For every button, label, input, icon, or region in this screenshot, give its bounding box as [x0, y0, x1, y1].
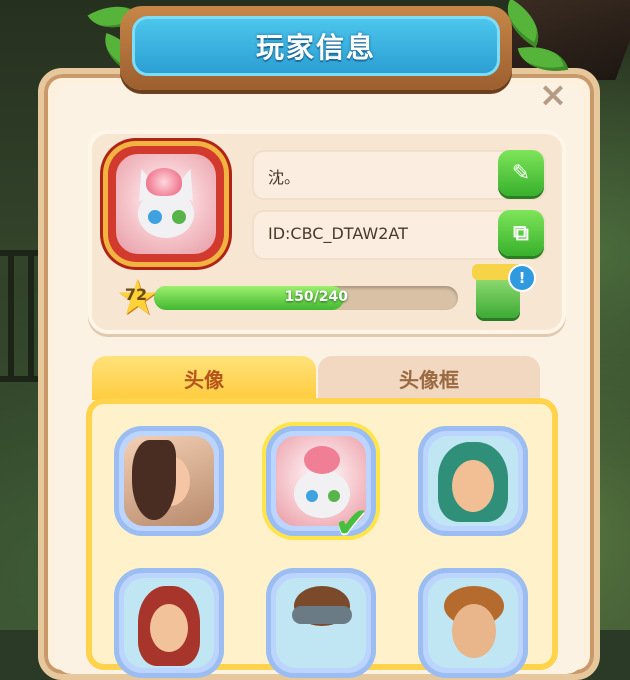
copy-id-button[interactable]: ⧉: [498, 210, 544, 256]
level-number: 72: [124, 285, 148, 304]
pencil-icon: ✎: [511, 160, 531, 186]
notification-badge: !: [508, 264, 536, 292]
avatar-photo: [124, 436, 214, 526]
avatar-option[interactable]: [266, 568, 376, 678]
avatar-grid: ✔: [86, 398, 558, 678]
avatar-girl-red: [124, 578, 214, 668]
avatar-option[interactable]: [418, 568, 528, 678]
cat-eye: [172, 210, 186, 224]
avatar-boy-goggles: [276, 578, 366, 668]
title-bar: 玩家信息: [132, 16, 500, 76]
fence: [0, 250, 40, 382]
cat-eye: [148, 210, 162, 224]
player-id-field: ID:CBC_DTAW2AT ⧉: [252, 210, 546, 260]
hair: [132, 440, 176, 520]
player-id: ID:CBC_DTAW2AT: [268, 224, 408, 243]
tab-avatar-frame[interactable]: 头像框: [318, 356, 540, 400]
avatar-option-selected[interactable]: ✔: [266, 426, 376, 544]
cat-eye: [306, 490, 318, 502]
xp-text-wrap: 150/240: [154, 289, 460, 305]
lotus-flower: [304, 446, 340, 474]
lotus-flower: [146, 168, 182, 196]
face: [150, 604, 188, 652]
avatar: [116, 154, 216, 254]
copy-icon: ⧉: [513, 220, 529, 246]
avatar-option[interactable]: [114, 568, 224, 678]
player-name-field: 沈。 ✎: [252, 150, 546, 200]
tab-avatar[interactable]: 头像: [92, 356, 316, 400]
xp-text: 150/240: [284, 289, 348, 305]
avatar-option[interactable]: [418, 426, 528, 536]
title-banner: 玩家信息: [120, 6, 512, 90]
face: [452, 460, 494, 512]
avatar-man: [428, 578, 518, 668]
profile-card: 沈。 ✎ ID:CBC_DTAW2AT ⧉ ★ 72 150/240 !: [88, 130, 566, 334]
avatar-option[interactable]: [114, 426, 224, 536]
page-title: 玩家信息: [255, 31, 376, 64]
edit-name-button[interactable]: ✎: [498, 150, 544, 196]
avatar-frame[interactable]: [108, 146, 224, 262]
checkmark-icon: ✔: [334, 498, 370, 547]
close-icon[interactable]: ×: [536, 78, 570, 112]
goggles-icon: [292, 606, 352, 624]
avatar-girl-teal: [428, 436, 518, 526]
player-name: 沈。: [268, 168, 301, 187]
face: [452, 604, 496, 658]
